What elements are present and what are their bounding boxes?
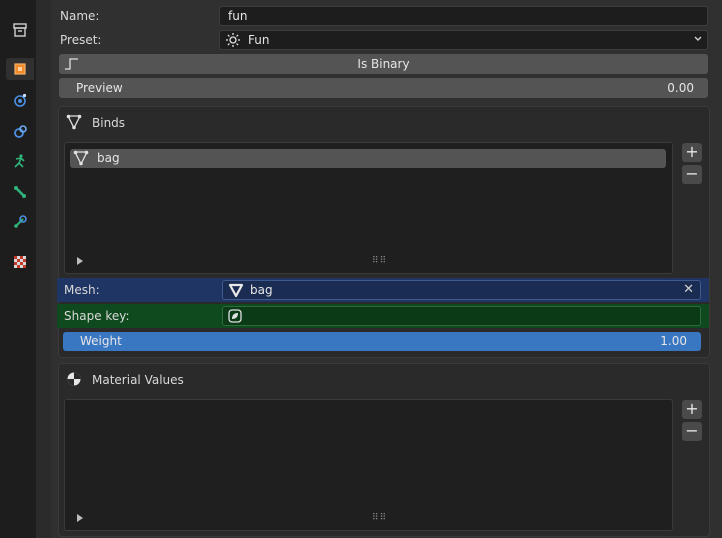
name-field[interactable]: fun — [219, 6, 708, 26]
shape-key-icon — [227, 308, 243, 327]
texture-checker-icon[interactable] — [9, 251, 31, 273]
chevron-down-icon — [692, 32, 704, 51]
vertex-group-icon — [73, 150, 89, 169]
preview-value: 0.00 — [667, 81, 694, 95]
resize-grip-icon[interactable]: ⠿⠿ — [372, 256, 387, 266]
weight-value: 1.00 — [660, 334, 687, 348]
object-icon[interactable] — [6, 58, 34, 80]
preset-dropdown[interactable]: Fun — [219, 30, 708, 50]
preset-label: Preset: — [60, 33, 102, 47]
material-icon — [66, 371, 82, 390]
minus-icon: − — [685, 421, 699, 440]
add-material-value-button[interactable]: + — [682, 400, 702, 419]
remove-bind-button[interactable]: − — [682, 165, 702, 184]
material-values-panel: Material Values ⠿⠿ + − — [58, 363, 710, 537]
bone-constraint-icon[interactable] — [9, 211, 31, 233]
resize-grip-icon[interactable]: ⠿⠿ — [372, 513, 387, 523]
preview-label: Preview — [76, 81, 123, 95]
archive-icon[interactable] — [9, 19, 31, 41]
shape-key-field[interactable] — [222, 306, 701, 326]
sidebar-divider — [36, 0, 51, 538]
expand-triangle-icon[interactable] — [77, 257, 83, 265]
constraint-icon[interactable] — [9, 120, 31, 142]
name-value: fun — [228, 9, 248, 23]
mesh-value: bag — [250, 283, 273, 297]
list-item[interactable]: bag — [70, 149, 666, 168]
weight-slider[interactable]: Weight 1.00 — [63, 332, 701, 351]
sun-icon — [225, 32, 241, 53]
bone-icon[interactable] — [9, 181, 31, 203]
mesh-label: Mesh: — [64, 283, 100, 297]
properties-panel: Name: fun Preset: Fun Is Binary Preview … — [53, 0, 719, 538]
properties-tab-sidebar — [0, 0, 36, 538]
plus-icon: + — [685, 142, 699, 161]
binds-panel: Binds bag ⠿⠿ + − Mesh: bag ✕ Shape key: … — [57, 106, 710, 358]
material-values-title: Material Values — [92, 373, 184, 387]
preset-value: Fun — [248, 33, 270, 47]
vertex-group-icon — [66, 114, 82, 133]
mesh-data-icon — [228, 282, 244, 301]
list-item-label: bag — [97, 151, 120, 165]
weight-label: Weight — [80, 334, 122, 348]
binds-title: Binds — [92, 116, 126, 130]
material-values-list[interactable]: ⠿⠿ — [64, 399, 673, 531]
is-binary-toggle[interactable]: Is Binary — [59, 54, 708, 74]
physics-icon[interactable] — [9, 89, 31, 111]
step-curve-icon — [64, 56, 80, 78]
plus-icon: + — [685, 399, 699, 418]
remove-material-value-button[interactable]: − — [682, 422, 702, 441]
minus-icon: − — [685, 164, 699, 183]
is-binary-label: Is Binary — [357, 57, 410, 71]
clear-icon[interactable]: ✕ — [683, 282, 694, 298]
mesh-field[interactable]: bag ✕ — [222, 280, 701, 300]
mesh-row: Mesh: bag ✕ — [57, 278, 709, 302]
add-bind-button[interactable]: + — [682, 143, 702, 162]
shape-key-label: Shape key: — [64, 309, 130, 323]
expand-triangle-icon[interactable] — [77, 514, 83, 522]
binds-list[interactable]: bag ⠿⠿ — [64, 142, 673, 274]
armature-pose-icon[interactable] — [9, 150, 31, 172]
shape-key-row: Shape key: — [57, 304, 709, 328]
name-label: Name: — [60, 9, 100, 23]
preview-slider[interactable]: Preview 0.00 — [59, 78, 708, 98]
